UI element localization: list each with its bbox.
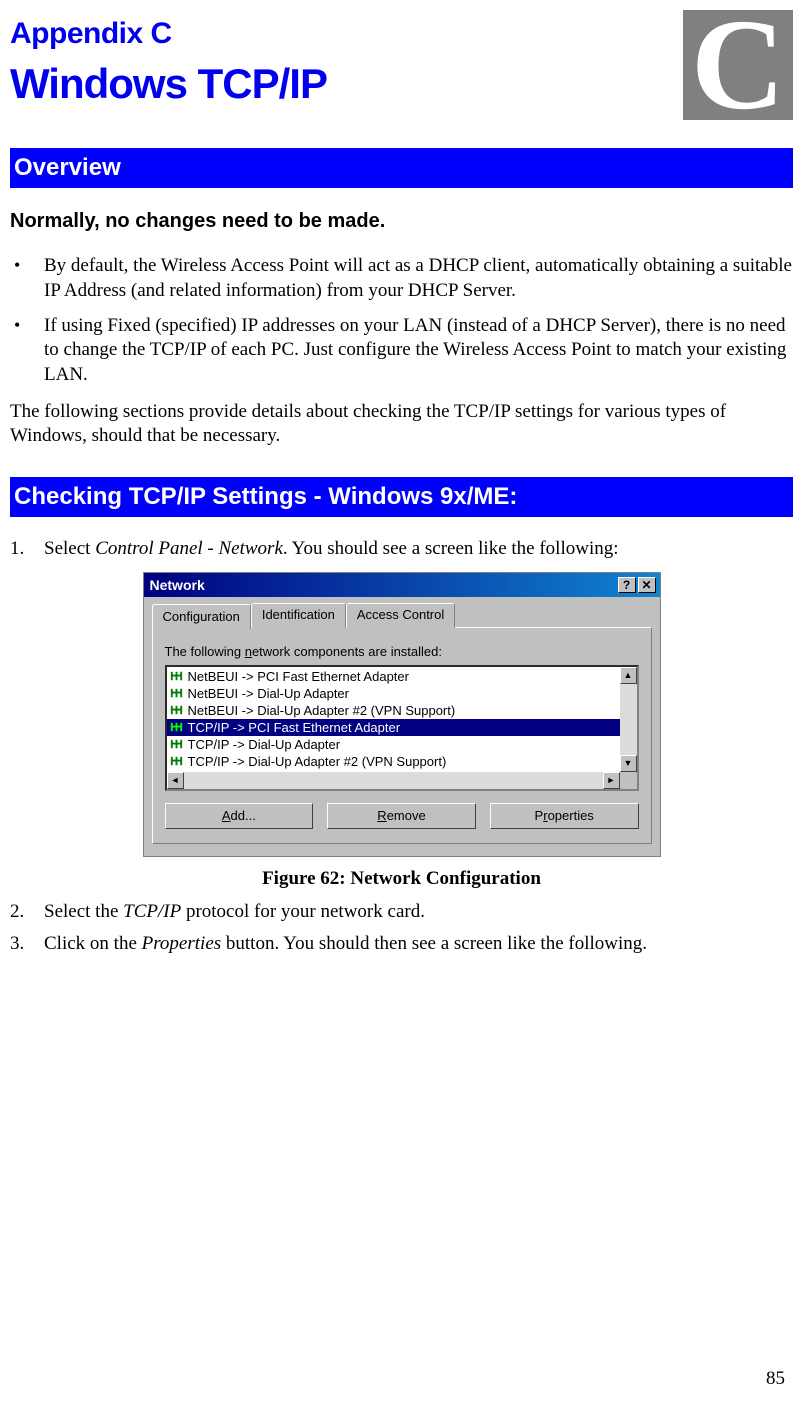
vertical-scrollbar[interactable]: ▲ ▼ xyxy=(620,667,637,772)
checking-heading: Checking TCP/IP Settings - Windows 9x/ME… xyxy=(10,477,793,517)
list-item[interactable]: NetBEUI -> PCI Fast Ethernet Adapter xyxy=(167,668,637,685)
btn-text: dd... xyxy=(231,808,256,823)
protocol-icon xyxy=(169,720,184,735)
btn-text: P xyxy=(535,808,544,823)
overview-following: The following sections provide details a… xyxy=(10,400,793,449)
step-text: Select xyxy=(44,538,95,559)
list-item-label: NetBEUI -> Dial-Up Adapter xyxy=(188,685,349,702)
label-text: etwork components are installed: xyxy=(252,644,442,659)
components-listbox[interactable]: NetBEUI -> PCI Fast Ethernet Adapter Net… xyxy=(165,665,639,791)
step-italic: Control Panel - Network xyxy=(95,538,283,559)
dialog-title: Network xyxy=(148,576,205,594)
overview-bullet-list: By default, the Wireless Access Point wi… xyxy=(10,254,793,387)
list-item[interactable]: TCP/IP -> Dial-Up Adapter xyxy=(167,736,637,753)
step-item: Click on the Properties button. You shou… xyxy=(10,932,793,957)
scroll-right-icon[interactable]: ► xyxy=(603,772,620,789)
chapter-badge: C xyxy=(683,10,793,120)
protocol-icon xyxy=(169,686,184,701)
appendix-label: Appendix C xyxy=(10,14,683,53)
bullet-item: If using Fixed (specified) IP addresses … xyxy=(10,314,793,388)
list-item-label: NetBEUI -> PCI Fast Ethernet Adapter xyxy=(188,668,409,685)
network-dialog: Network ? ✕ Configuration Identification… xyxy=(143,572,661,857)
scroll-up-icon[interactable]: ▲ xyxy=(620,667,637,684)
list-item[interactable]: TCP/IP -> Dial-Up Adapter #2 (VPN Suppor… xyxy=(167,753,637,770)
protocol-icon xyxy=(169,703,184,718)
step-text: Select the xyxy=(44,901,123,922)
list-item-label: TCP/IP -> Dial-Up Adapter #2 (VPN Suppor… xyxy=(188,753,447,770)
help-button[interactable]: ? xyxy=(618,577,636,593)
protocol-icon xyxy=(169,669,184,684)
btn-underline: A xyxy=(222,808,231,823)
remove-button[interactable]: Remove xyxy=(327,803,476,829)
list-item-label: TCP/IP -> Dial-Up Adapter xyxy=(188,736,341,753)
btn-text: operties xyxy=(548,808,594,823)
tab-strip: Configuration Identification Access Cont… xyxy=(152,603,652,628)
add-button[interactable]: Add... xyxy=(165,803,314,829)
btn-underline: R xyxy=(377,808,386,823)
label-underline: n xyxy=(245,644,252,659)
figure-caption: Figure 62: Network Configuration xyxy=(10,867,793,892)
step-item: Select the TCP/IP protocol for your netw… xyxy=(10,900,793,925)
step-item: Select Control Panel - Network. You shou… xyxy=(10,537,793,562)
step-text: Click on the xyxy=(44,933,142,954)
step-text: protocol for your network card. xyxy=(181,901,425,922)
dialog-titlebar: Network ? ✕ xyxy=(144,573,660,597)
scroll-left-icon[interactable]: ◄ xyxy=(167,772,184,789)
step-text: . You should see a screen like the follo… xyxy=(283,538,619,559)
list-item[interactable]: TCP/IP -> PCI Fast Ethernet Adapter xyxy=(167,719,637,736)
label-text: The following xyxy=(165,644,245,659)
list-label: The following network components are ins… xyxy=(165,644,639,661)
list-item[interactable]: NetBEUI -> Dial-Up Adapter xyxy=(167,685,637,702)
scrollbar-corner xyxy=(620,772,637,789)
bullet-item: By default, the Wireless Access Point wi… xyxy=(10,254,793,303)
btn-text: emove xyxy=(387,808,426,823)
tab-access-control[interactable]: Access Control xyxy=(346,603,455,628)
tab-configuration[interactable]: Configuration xyxy=(152,604,251,629)
overview-subheading: Normally, no changes need to be made. xyxy=(10,208,793,234)
scroll-down-icon[interactable]: ▼ xyxy=(620,755,637,772)
list-item-label: NetBEUI -> Dial-Up Adapter #2 (VPN Suppo… xyxy=(188,702,456,719)
properties-button[interactable]: Properties xyxy=(490,803,639,829)
appendix-title: Windows TCP/IP xyxy=(10,57,683,112)
step-italic: Properties xyxy=(142,933,222,954)
protocol-icon xyxy=(169,737,184,752)
protocol-icon xyxy=(169,754,184,769)
list-item[interactable]: NetBEUI -> Dial-Up Adapter #2 (VPN Suppo… xyxy=(167,702,637,719)
step-italic: TCP/IP xyxy=(123,901,181,922)
close-button[interactable]: ✕ xyxy=(638,577,656,593)
step-text: button. You should then see a screen lik… xyxy=(221,933,647,954)
page-number: 85 xyxy=(766,1367,785,1392)
overview-heading: Overview xyxy=(10,148,793,188)
horizontal-scrollbar[interactable]: ◄ ► xyxy=(167,772,620,789)
tab-identification[interactable]: Identification xyxy=(251,603,346,628)
list-item-label: TCP/IP -> PCI Fast Ethernet Adapter xyxy=(188,719,401,736)
